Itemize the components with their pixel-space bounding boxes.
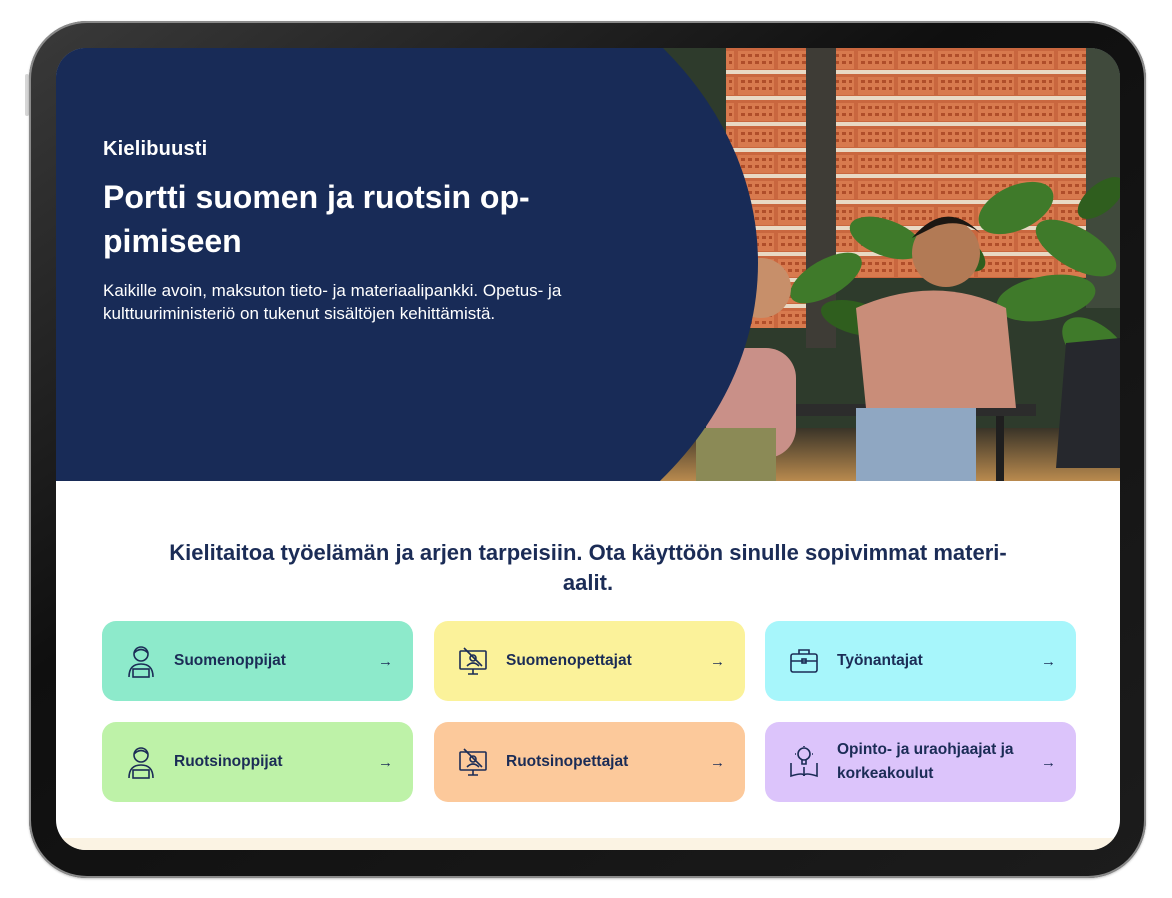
learner-icon [126,644,156,678]
section-heading-line-2: aalit. [562,570,614,595]
section-heading: Kielitaitoa työelämän ja arjen tarpeisii… [96,538,1080,598]
hero-eyebrow: Kielibuusti [103,138,208,160]
card-label: Ruotsinopettajat [506,753,629,770]
arrow-right-icon: → [1041,652,1056,670]
hero-text-block: Kielibuusti Portti suomen ja ruotsin op-… [103,138,623,325]
card-suomenopettajat[interactable]: Suomenopettajat → [434,621,745,701]
briefcase-icon [789,644,819,678]
hero-title: Portti suomen ja ruotsin op- pimiseen [103,175,623,263]
arrow-right-icon: → [710,753,725,771]
tablet-screen: Kielibuusti Portti suomen ja ruotsin op-… [56,48,1120,850]
arrow-right-icon: → [1041,753,1056,771]
hero-banner: Kielibuusti Portti suomen ja ruotsin op-… [56,48,1120,481]
learner-icon [126,745,156,779]
card-opinto-ja-uraohjaajat[interactable]: Opinto- ja uraohjaajat ja korkeakoulut → [765,722,1076,802]
card-label: Opinto- ja uraohjaajat ja korkeakoulut [837,741,1014,782]
section-heading-line-1: Kielitaitoa työelämän ja arjen tarpeisii… [169,540,1007,565]
card-ruotsinopettajat[interactable]: Ruotsinopettajat → [434,722,745,802]
card-label: Suomenopettajat [506,652,632,669]
lightbulb-book-icon [789,745,819,779]
arrow-right-icon: → [378,753,393,771]
card-suomenoppijat[interactable]: Suomenoppijat → [102,621,413,701]
hero-title-line-1: Portti suomen ja ruotsin op- [103,179,530,215]
arrow-right-icon: → [710,652,725,670]
audience-cards: Suomenoppijat → Suomenopettajat → Työnan… [102,621,1076,802]
next-section-strip [56,838,1120,850]
card-tyonantajat[interactable]: Työnantajat → [765,621,1076,701]
card-label: Työnantajat [837,652,923,669]
teacher-screen-icon [458,644,488,678]
card-ruotsinoppijat[interactable]: Ruotsinoppijat → [102,722,413,802]
hero-title-line-2: pimiseen [103,223,242,259]
card-label: Suomenoppijat [174,652,286,669]
teacher-screen-icon [458,745,488,779]
card-label: Ruotsinoppijat [174,753,283,770]
arrow-right-icon: → [378,652,393,670]
hero-description: Kaikille avoin, maksuton tieto- ja mater… [103,281,562,323]
